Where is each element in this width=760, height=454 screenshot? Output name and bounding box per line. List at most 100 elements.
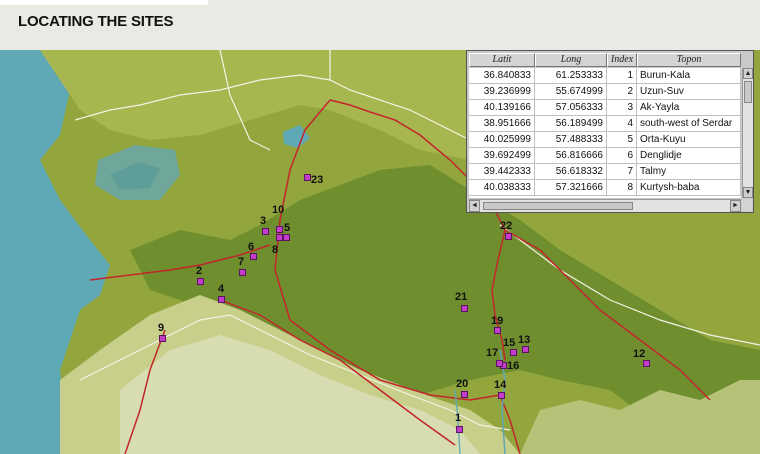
cell-latitude: 40.038333	[469, 180, 535, 195]
site-marker-1[interactable]	[456, 426, 463, 433]
cell-toponym: Ak-Yayla	[637, 100, 741, 115]
site-label-15: 15	[503, 337, 516, 349]
cell-longitude: 61.253333	[535, 68, 607, 83]
cell-toponym: Burun-Kala	[637, 68, 741, 83]
site-marker-5[interactable]	[283, 234, 290, 241]
site-marker-23[interactable]	[304, 174, 311, 181]
cell-index: 7	[607, 164, 637, 179]
cell-index: 3	[607, 100, 637, 115]
site-marker-4[interactable]	[218, 296, 225, 303]
cell-toponym: Talmy	[637, 164, 741, 179]
vertical-scrollbar[interactable]: ▲ ▼	[742, 68, 753, 198]
site-marker-7[interactable]	[239, 269, 246, 276]
cell-index: 5	[607, 132, 637, 147]
cell-index: 2	[607, 84, 637, 99]
table-row[interactable]: 36.840833 61.253333 1 Burun-Kala	[469, 68, 741, 84]
site-label-23: 23	[311, 174, 324, 186]
cell-longitude: 55.674999	[535, 84, 607, 99]
site-label-17: 17	[486, 347, 499, 359]
cell-latitude: 38.951666	[469, 116, 535, 131]
site-marker-3[interactable]	[262, 228, 269, 235]
table-row[interactable]: 39.236999 55.674999 2 Uzun-Suv	[469, 84, 741, 100]
table-row[interactable]: 40.038333 57.321666 8 Kurtysh-baba	[469, 180, 741, 196]
column-header-toponym[interactable]: Topon	[637, 53, 741, 67]
site-label-7: 7	[238, 256, 245, 268]
cell-longitude: 57.488333	[535, 132, 607, 147]
site-label-1: 1	[455, 412, 462, 424]
site-label-19: 19	[491, 315, 504, 327]
vertical-scroll-thumb[interactable]	[744, 81, 752, 103]
page-title: LOCATING THE SITES	[18, 13, 174, 30]
cell-toponym: Uzun-Suv	[637, 84, 741, 99]
site-label-8: 8	[272, 244, 279, 256]
site-label-4: 4	[218, 283, 225, 295]
scroll-up-icon[interactable]: ▲	[743, 68, 753, 79]
site-label-14: 14	[494, 379, 507, 391]
site-marker-8[interactable]	[276, 234, 283, 241]
horizontal-scrollbar[interactable]: ◄ ►	[469, 199, 741, 212]
table-row[interactable]: 38.951666 56.189499 4 south-west of Serd…	[469, 116, 741, 132]
cell-toponym: Denglidje	[637, 148, 741, 163]
site-marker-10[interactable]	[276, 226, 283, 233]
cell-index: 4	[607, 116, 637, 131]
site-marker-20[interactable]	[461, 391, 468, 398]
scroll-down-icon[interactable]: ▼	[743, 187, 753, 198]
cell-latitude: 39.442333	[469, 164, 535, 179]
cell-longitude: 56.618332	[535, 164, 607, 179]
site-marker-13[interactable]	[522, 346, 529, 353]
table-row[interactable]: 40.025999 57.488333 5 Orta-Kuyu	[469, 132, 741, 148]
table-row[interactable]: 40.139166 57.056333 3 Ak-Yayla	[469, 100, 741, 116]
site-marker-14[interactable]	[498, 392, 505, 399]
site-marker-22[interactable]	[505, 233, 512, 240]
site-marker-21[interactable]	[461, 305, 468, 312]
site-label-10: 10	[272, 204, 285, 216]
coordinates-table-window: Latit Long Index Topon 36.840833 61.2533…	[466, 50, 754, 213]
page-header: LOCATING THE SITES	[0, 0, 760, 50]
site-label-21: 21	[455, 291, 468, 303]
column-header-longitude[interactable]: Long	[535, 53, 607, 67]
column-header-latitude[interactable]: Latit	[469, 53, 535, 67]
site-marker-19[interactable]	[494, 327, 501, 334]
cell-index: 8	[607, 180, 637, 195]
cell-longitude: 56.189499	[535, 116, 607, 131]
site-label-5: 5	[284, 222, 291, 234]
site-label-9: 9	[158, 322, 165, 334]
site-label-16: 16	[507, 360, 520, 372]
cell-latitude: 39.692499	[469, 148, 535, 163]
site-marker-17[interactable]	[496, 360, 503, 367]
cell-longitude: 57.321666	[535, 180, 607, 195]
site-label-2: 2	[196, 265, 203, 277]
cell-index: 6	[607, 148, 637, 163]
site-marker-9[interactable]	[159, 335, 166, 342]
scrollbar-corner	[742, 199, 752, 211]
cell-latitude: 40.025999	[469, 132, 535, 147]
table-header-row: Latit Long Index Topon	[469, 53, 741, 67]
site-label-13: 13	[518, 334, 531, 346]
table-row[interactable]: 39.692499 56.816666 6 Denglidje	[469, 148, 741, 164]
cell-toponym: Kurtysh-baba	[637, 180, 741, 195]
scroll-left-icon[interactable]: ◄	[469, 200, 480, 212]
table-row[interactable]: 39.442333 56.618332 7 Talmy	[469, 164, 741, 180]
cell-latitude: 40.139166	[469, 100, 535, 115]
site-label-22: 22	[500, 220, 513, 232]
site-marker-12[interactable]	[643, 360, 650, 367]
cell-longitude: 56.816666	[535, 148, 607, 163]
cell-index: 1	[607, 68, 637, 83]
site-marker-15[interactable]	[510, 349, 517, 356]
site-marker-2[interactable]	[197, 278, 204, 285]
horizontal-scroll-thumb[interactable]	[483, 202, 633, 210]
cell-toponym: Orta-Kuyu	[637, 132, 741, 147]
site-label-12: 12	[633, 348, 646, 360]
site-marker-6[interactable]	[250, 253, 257, 260]
site-label-20: 20	[456, 378, 469, 390]
table-body: 36.840833 61.253333 1 Burun-Kala 39.2369…	[469, 68, 741, 198]
site-label-6: 6	[248, 241, 255, 253]
header-accent-bar	[0, 0, 208, 5]
cell-longitude: 57.056333	[535, 100, 607, 115]
site-label-3: 3	[260, 215, 267, 227]
cell-latitude: 36.840833	[469, 68, 535, 83]
column-header-index[interactable]: Index	[607, 53, 637, 67]
cell-toponym: south-west of Serdar	[637, 116, 741, 131]
scroll-right-icon[interactable]: ►	[730, 200, 741, 212]
cell-latitude: 39.236999	[469, 84, 535, 99]
